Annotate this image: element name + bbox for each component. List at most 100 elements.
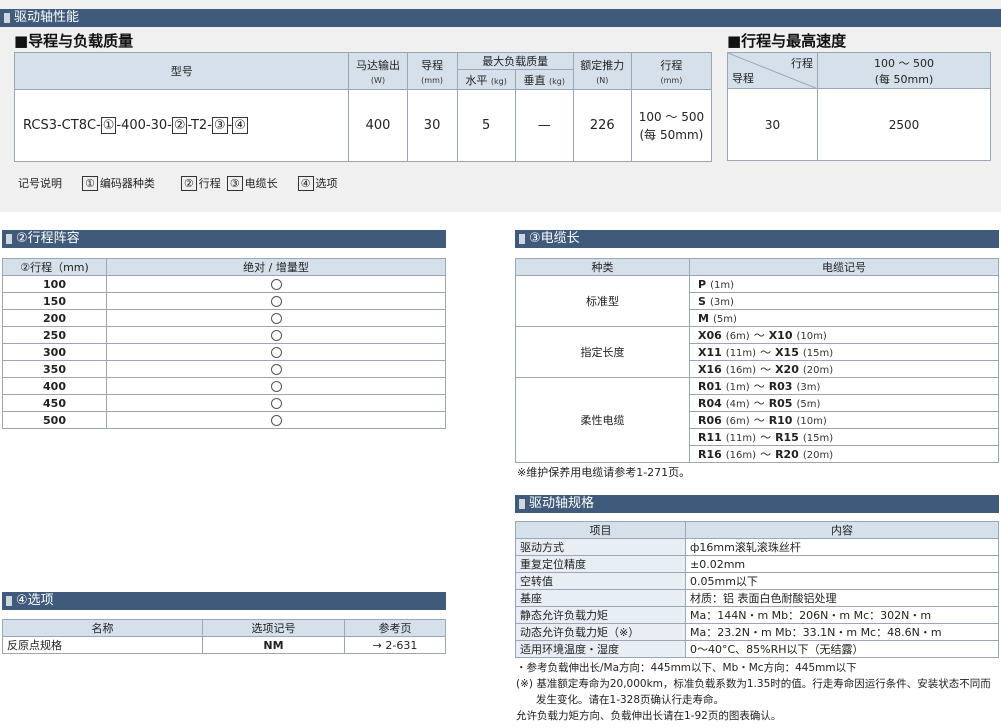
spec-content: Ma：23.2N・m Mb：33.1N・m Mc：48.6N・m [685, 623, 999, 641]
section-title: 驱动轴性能 [14, 10, 80, 25]
stroke-row: 150 [2, 292, 446, 310]
availability-cell [106, 377, 446, 395]
cable-note: ※维护保养用电缆请参考1-271页。 [517, 466, 691, 479]
circle-icon [270, 364, 282, 375]
col-stroke-mm: ②行程（mm) [2, 258, 107, 276]
availability-cell [106, 275, 446, 293]
stroke-row: 450 [2, 394, 446, 412]
circle-icon [270, 415, 282, 426]
spec-content: ±0.02mm [685, 555, 999, 573]
col-stroke-range: 100 ～ 500 (每 50mm) [817, 52, 991, 89]
circle-icon [270, 398, 282, 409]
stroke-row: 200 [2, 309, 446, 327]
col-kind: 种类 [515, 258, 690, 276]
col-item: 项目 [515, 521, 686, 539]
section-bar-drive-axis: 驱动轴性能 [0, 9, 1001, 27]
symbol-legend: 记号说明 ① 编码器种类 ② 行程 ③ 电缆长 ④ 选项 [18, 175, 338, 191]
cable-code: R04 (4m) ～ R05 (5m) [689, 394, 999, 412]
section-bar-spec: 驱动轴规格 [515, 495, 999, 513]
stroke-value: 300 [2, 343, 107, 361]
spec-row: 基座 材质：铝 表面白色耐酸铝处理 [515, 589, 999, 607]
availability-cell [106, 394, 446, 412]
spec-item: 静态允许负载力矩 [515, 606, 686, 624]
stroke-table: ②行程（mm) 绝对 / 增量型 100 150 200 250 300 350 400 450… [2, 258, 446, 429]
col-cable-code: 电缆记号 [689, 258, 999, 276]
spec-row: 动态允许负载力矩（※） Ma：23.2N・m Mb：33.1N・m Mc：48.6… [515, 623, 999, 641]
legend-item-2: ② 行程 [180, 175, 221, 191]
spec-item: 驱动方式 [515, 538, 686, 556]
cable-code: R01 (1m) ～ R03 (3m) [689, 377, 999, 395]
vertical-value: — [514, 89, 574, 162]
stroke-speed-title: ■行程与最高速度 [727, 32, 847, 50]
spec-notes: ・参考负载伸出长/Ma方向：445mm以下、Mb・Mc方向：445mm以下 (※)… [516, 660, 991, 724]
cable-code: X06 (6m) ～ X10 (10m) [689, 326, 999, 344]
cable-code: M (5m) [689, 309, 999, 327]
col-vertical: 垂直 (kg) [514, 69, 574, 90]
spec-row: 空转值 0.05mm以下 [515, 572, 999, 590]
circle-icon [270, 330, 282, 341]
circle-icon [270, 296, 282, 307]
col-motor: 马达输出 (W) [348, 52, 408, 90]
spec-table: 项目 内容 驱动方式 ф16mm滚轧滚珠丝杆 重复定位精度 ±0.02mm 空转值 0.05… [515, 521, 999, 658]
stroke-row: 400 [2, 377, 446, 395]
model-code: RCS3-CT8C- ① -400-30- ② -T2- ③ - ④ [13, 89, 350, 162]
option-page[interactable]: → 2-631 [344, 636, 446, 654]
spec-row: 重复定位精度 ±0.02mm [515, 555, 999, 573]
col-model: 型号 [13, 52, 350, 90]
cable-code: R16 (16m) ～ R20 (20m) [689, 445, 999, 463]
spec-content: Ma：144N・m Mb：206N・m Mc：302N・m [685, 606, 999, 624]
thrust-value: 226 [572, 89, 632, 162]
legend-label: 记号说明 [18, 177, 62, 190]
cable-table: 种类 电缆记号 标准型 P (1m) S (3m) M (5m) 指定长度 X06 (6m) ～ X10… [515, 258, 999, 463]
cable-kind: 柔性电缆 [515, 377, 690, 463]
cable-kind: 指定长度 [515, 326, 690, 378]
lead-value: 30 [406, 89, 458, 162]
cable-code: P (1m) [689, 275, 999, 293]
stroke-value: 350 [2, 360, 107, 378]
model-table: 型号 马达输出 (W) 导程 (mm) 最大负载质量 额定推力 (N) 行程 (mm) … [13, 52, 713, 162]
cable-code: S (3m) [689, 292, 999, 310]
lead-load-title: ■导程与负载质量 [14, 32, 134, 50]
spec-note-line: ・参考负载伸出长/Ma方向：445mm以下、Mb・Mc方向：445mm以下 [516, 662, 857, 674]
cable-row: 标准型 P (1m) [515, 275, 999, 327]
stroke-value: 500 [2, 411, 107, 429]
spec-content: 材质：铝 表面白色耐酸铝处理 [685, 589, 999, 607]
availability-cell [106, 343, 446, 361]
spec-item: 重复定位精度 [515, 555, 686, 573]
corner-cell: 行程 导程 [727, 52, 818, 89]
col-content: 内容 [685, 521, 999, 539]
stroke-row: 350 [2, 360, 446, 378]
cable-code: R06 (6m) ～ R10 (10m) [689, 411, 999, 429]
stroke-value: 450 [2, 394, 107, 412]
spec-content: 0.05mm以下 [685, 572, 999, 590]
circle-icon [270, 347, 282, 358]
spec-note-line: 允许负载力矩方向、负载伸出长请在1-92页的图表确认。 [516, 710, 782, 722]
spec-item: 基座 [515, 589, 686, 607]
spec-row: 静态允许负载力矩 Ma：144N・m Mb：206N・m Mc：302N・m [515, 606, 999, 624]
col-option-code: 选项记号 [202, 619, 345, 637]
col-abs-inc: 绝对 / 增量型 [106, 258, 446, 276]
spec-item: 空转值 [515, 572, 686, 590]
availability-cell [106, 411, 446, 429]
circle-icon [270, 313, 282, 324]
speed-lead: 30 [727, 88, 818, 161]
col-ref-page: 参考页 [344, 619, 446, 637]
speed-value: 2500 [817, 88, 991, 161]
legend-item-3: ③ 电缆长 [226, 175, 278, 191]
cable-code: R11 (11m) ～ R15 (15m) [689, 428, 999, 446]
speed-table: 行程 导程 100 ～ 500 (每 50mm) 30 2500 [727, 52, 991, 161]
stroke-value: 200 [2, 309, 107, 327]
motor-value: 400 [348, 89, 408, 162]
col-max-load: 最大负载质量 [456, 52, 574, 70]
section-bar-stroke: ②行程阵容 [2, 230, 446, 248]
spec-row: 适用环境温度・湿度 0～40°C、85%RH以下（无结露） [515, 640, 999, 658]
cable-code: X16 (16m) ～ X20 (20m) [689, 360, 999, 378]
spec-item: 动态允许负载力矩（※） [515, 623, 686, 641]
spec-content: 0～40°C、85%RH以下（无结露） [685, 640, 999, 658]
availability-cell [106, 360, 446, 378]
options-table: 名称 选项记号 参考页 反原点规格 NM → 2-631 [2, 619, 446, 654]
cable-kind: 标准型 [515, 275, 690, 327]
col-thrust: 额定推力 (N) [572, 52, 632, 90]
circle-icon [270, 279, 282, 290]
availability-cell [106, 326, 446, 344]
